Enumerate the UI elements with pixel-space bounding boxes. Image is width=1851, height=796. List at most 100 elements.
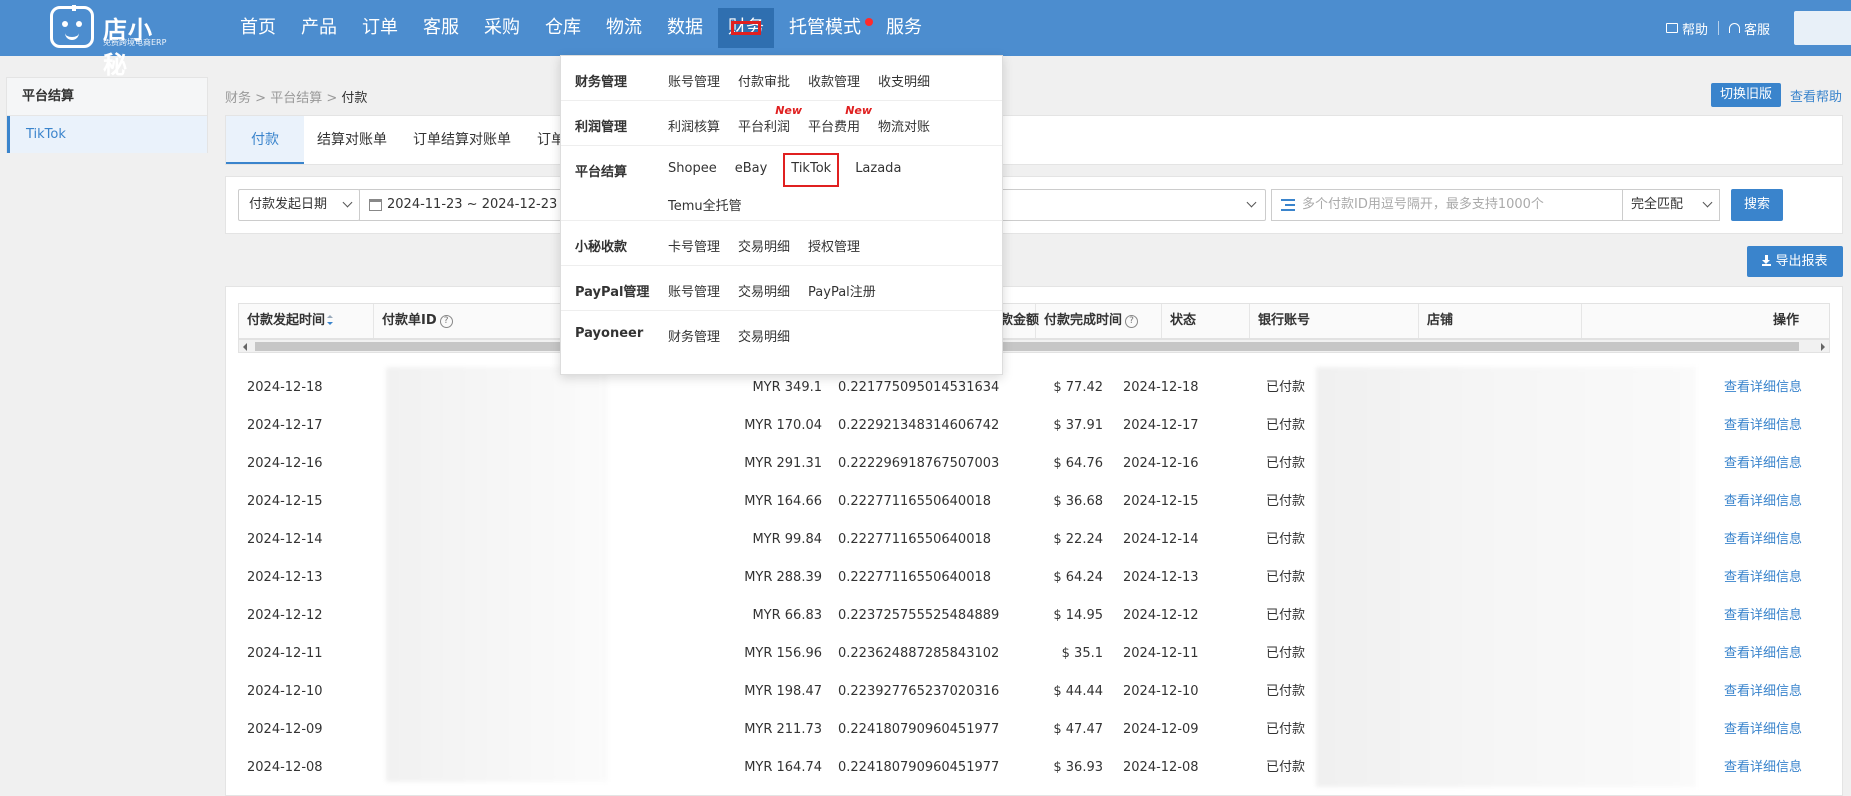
menu-item-0-0[interactable]: 账号管理	[668, 71, 720, 90]
view-details-link[interactable]: 查看详细信息	[1724, 749, 1802, 787]
view-details-link[interactable]: 查看详细信息	[1724, 597, 1802, 635]
search-button[interactable]: 搜索	[1731, 189, 1783, 221]
view-details-link[interactable]: 查看详细信息	[1724, 559, 1802, 597]
view-details-link[interactable]: 查看详细信息	[1724, 711, 1802, 749]
menu-item-2-0[interactable]: Shopee	[668, 161, 717, 179]
menu-group-title: 财务管理	[575, 75, 628, 90]
robot-logo-icon	[50, 5, 94, 48]
breadcrumb-finance[interactable]: 财务	[225, 91, 251, 106]
nav-item-5[interactable]: 仓库	[535, 0, 591, 56]
help-circle-icon[interactable]: ?	[439, 315, 453, 328]
scrollbar-thumb[interactable]	[255, 342, 1799, 351]
menu-item-label: 平台费用	[808, 120, 861, 135]
nav-item-9[interactable]: 托管模式	[779, 0, 873, 56]
exchange-rate: 0.223927765237020316	[838, 684, 1000, 699]
menu-item-1-0[interactable]: 利润核算	[668, 116, 720, 135]
match-mode-select[interactable]: 完全匹配	[1622, 189, 1720, 221]
breadcrumb-separator: >	[255, 91, 267, 106]
logo[interactable]: 店小秘 免费跨境电商ERP	[50, 4, 175, 79]
nav-item-4[interactable]: 采购	[474, 0, 530, 56]
scroll-right-arrow-icon[interactable]	[1821, 343, 1825, 351]
nav-item-8[interactable]: 财务	[718, 8, 774, 62]
menu-item-2-4[interactable]: Temu全托管	[668, 195, 742, 214]
switch-old-version-button[interactable]: 切换旧版	[1711, 83, 1781, 107]
payment-amount-usd: $ 47.47	[1053, 722, 1103, 737]
menu-item-label: 财务管理	[668, 330, 721, 345]
menu-item-0-1[interactable]: 付款审批	[738, 71, 790, 90]
help-label: 帮助	[1681, 22, 1708, 38]
view-details-link[interactable]: 查看详细信息	[1724, 521, 1802, 559]
view-details-link[interactable]: 查看详细信息	[1724, 445, 1802, 483]
menu-item-0-2[interactable]: 收款管理	[808, 71, 861, 90]
menu-item-2-1[interactable]: eBay	[735, 161, 768, 179]
nav-item-10[interactable]: 服务	[876, 0, 932, 56]
payment-amount-usd: $ 64.76	[1053, 456, 1103, 471]
menu-item-4-2[interactable]: PayPal注册	[808, 281, 876, 300]
payment-time: 2024-12-17	[247, 418, 323, 433]
col-payment-time[interactable]: 付款发起时间	[239, 304, 374, 338]
nav-item-1[interactable]: 产品	[291, 0, 347, 56]
nav-item-0[interactable]: 首页	[230, 0, 286, 56]
complete-time: 2024-12-13	[1123, 570, 1199, 585]
nav-item-3[interactable]: 客服	[413, 0, 469, 56]
help-circle-icon[interactable]: ?	[1125, 315, 1139, 328]
menu-item-5-0[interactable]: 财务管理	[668, 326, 721, 345]
header-label: 状态	[1170, 313, 1197, 328]
table-row: 2024-12-14 MYR 99.84 0.22277116550640018 $ …	[238, 521, 1830, 559]
complete-time: 2024-12-09	[1123, 722, 1199, 737]
view-details-link[interactable]: 查看详细信息	[1724, 673, 1802, 711]
menu-item-label: 收款管理	[808, 75, 861, 90]
help-link[interactable]: 帮助	[1656, 19, 1718, 38]
date-type-select[interactable]: 付款发起日期	[238, 189, 360, 221]
tab-bar: 付款 结算对账单 订单结算对账单 订单	[225, 115, 1843, 165]
customer-service-link[interactable]: 客服	[1719, 19, 1780, 38]
menu-item-3-2[interactable]: 授权管理	[808, 236, 860, 255]
tab-2[interactable]: 订单结算对账单	[400, 116, 524, 164]
nav-item-7[interactable]: 数据	[657, 0, 713, 56]
menu-item-2-3[interactable]: Lazada	[855, 161, 901, 179]
menu-item-1-3[interactable]: 物流对账	[878, 116, 931, 135]
sidebar-item-tiktok[interactable]: TikTok	[7, 116, 207, 153]
user-avatar[interactable]	[1794, 11, 1851, 45]
service-label: 客服	[1743, 22, 1770, 38]
export-report-button[interactable]: 导出报表	[1747, 246, 1843, 277]
view-details-link[interactable]: 查看详细信息	[1724, 407, 1802, 445]
menu-item-2-2[interactable]: TikTok	[783, 153, 840, 187]
tab-0[interactable]: 付款	[226, 116, 304, 164]
nav-item-2[interactable]: 订单	[352, 0, 408, 56]
menu-item-1-2[interactable]: 平台费用 New	[808, 104, 872, 135]
scroll-left-arrow-icon[interactable]	[243, 343, 247, 351]
menu-item-3-1[interactable]: 交易明细	[738, 236, 791, 255]
menu-item-5-1[interactable]: 交易明细	[738, 326, 790, 345]
menu-item-4-1[interactable]: 交易明细	[738, 281, 790, 300]
menu-item-4-0[interactable]: 账号管理	[668, 281, 720, 300]
menu-item-3-0[interactable]: 卡号管理	[668, 236, 720, 255]
menu-item-label: 物流对账	[878, 120, 931, 135]
table-row: 2024-12-12 MYR 66.83 0.223725755525484889 $…	[238, 597, 1830, 635]
exchange-rate: 0.22277116550640018	[838, 532, 992, 547]
menu-item-label: 交易明细	[738, 240, 791, 255]
view-help-link[interactable]: 查看帮助	[1790, 86, 1842, 105]
menu-group: 财务管理 账号管理 付款审批 收款管理 收支明细	[561, 56, 1002, 101]
nav-item-6[interactable]: 物流	[596, 0, 652, 56]
breadcrumb-settlement[interactable]: 平台结算	[270, 91, 322, 106]
menu-item-0-3[interactable]: 收支明细	[878, 71, 930, 90]
complete-time: 2024-12-11	[1123, 646, 1199, 661]
table-row: 2024-12-16 MYR 291.31 0.222296918767507003…	[238, 445, 1830, 483]
table-row: 2024-12-15 MYR 164.66 0.22277116550640018 $…	[238, 483, 1830, 521]
tab-1[interactable]: 结算对账单	[304, 116, 400, 164]
horizontal-scrollbar[interactable]	[238, 339, 1830, 353]
payment-amount-local: MYR 156.96	[744, 646, 822, 661]
view-details-link[interactable]: 查看详细信息	[1724, 483, 1802, 521]
view-details-link[interactable]: 查看详细信息	[1724, 369, 1802, 407]
payment-id-input[interactable]: 多个付款ID用逗号隔开，最多支持1000个	[1271, 189, 1623, 221]
payment-amount-usd: $ 36.93	[1053, 760, 1103, 775]
list-icon	[1281, 199, 1295, 211]
exchange-rate: 0.223624887285843102	[838, 646, 1000, 661]
view-details-link[interactable]: 查看详细信息	[1724, 635, 1802, 673]
menu-item-label: PayPal注册	[808, 285, 876, 300]
menu-item-1-1[interactable]: 平台利润 New	[738, 104, 802, 135]
sort-icon[interactable]	[327, 315, 334, 325]
main-nav: 首页 产品 订单 客服 采购 仓库 物流 数据 财务 托管模式 服务	[230, 0, 937, 62]
status-text: 已付款	[1266, 760, 1306, 775]
